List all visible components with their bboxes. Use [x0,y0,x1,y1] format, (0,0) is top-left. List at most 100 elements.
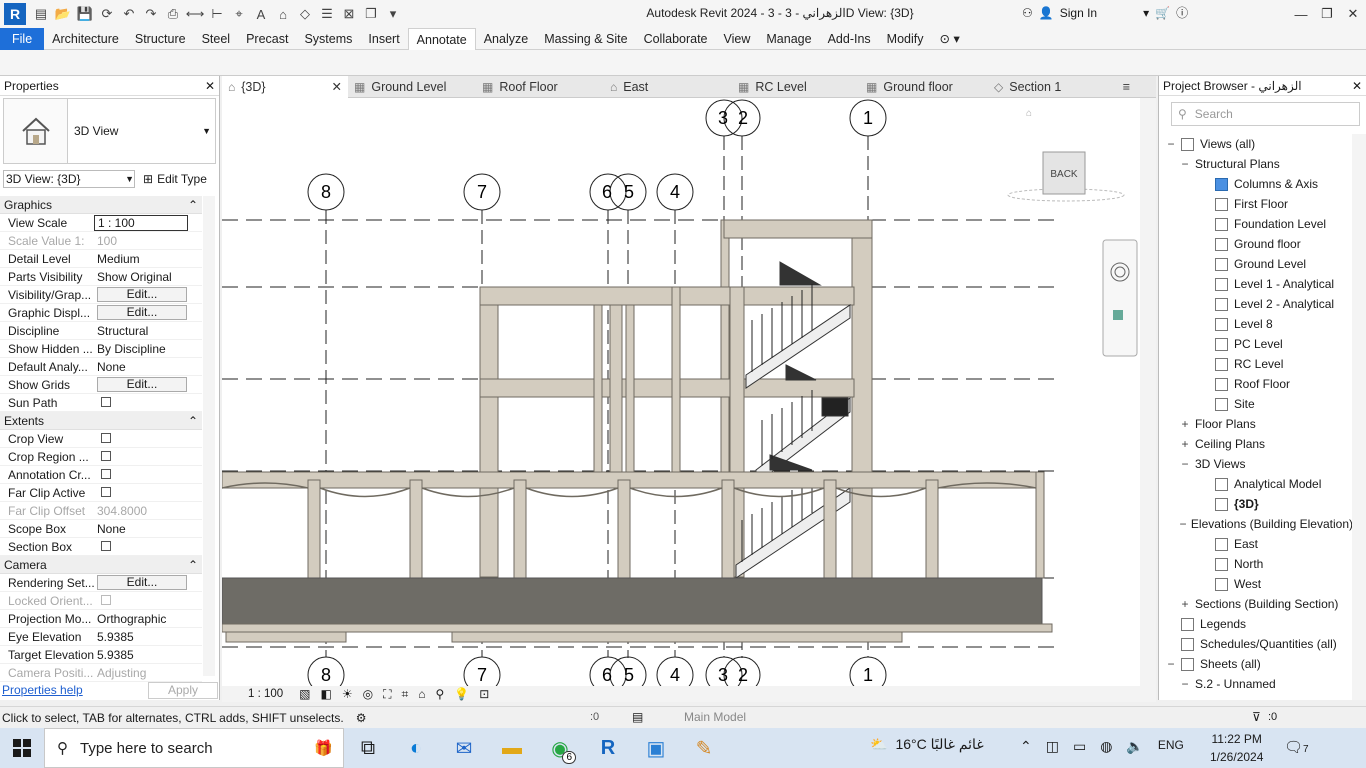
section-graphics[interactable]: Graphics ⌃ [0,196,202,214]
shadows-icon[interactable]: ◎ [363,687,373,701]
binoculars-icon[interactable]: ⚇ [1022,6,1033,20]
section-icon[interactable]: ◇ [296,5,314,23]
tab-precast[interactable]: Precast [238,28,296,50]
tab-architecture[interactable]: Architecture [44,28,127,50]
expand-icon[interactable]: + [1179,437,1191,451]
tree-item[interactable]: RC Level [1159,354,1353,374]
prop-value[interactable]: Show Original [94,270,202,284]
language-indicator[interactable]: ENG [1158,738,1184,755]
annotation-crop-checkbox[interactable] [101,468,111,479]
section-extents[interactable]: Extents ⌃ [0,412,202,430]
tab-section-1[interactable]: ◇ Section 1 ≡ [988,76,1134,98]
edit-button[interactable]: Edit... [97,377,187,392]
close-icon[interactable]: ✕ [205,79,215,93]
windows-start-icon[interactable] [0,728,44,768]
zoom-icon[interactable] [1113,310,1123,320]
camera-icon[interactable]: ◫ [1046,738,1059,755]
prop-row[interactable]: View Scale 1 : 100 [0,214,202,232]
tab-view[interactable]: View [716,28,759,50]
print-icon[interactable]: ⎙ [164,5,182,23]
edge-icon[interactable]: ◐ [392,728,440,768]
sync-icon[interactable]: ⟳ [98,5,116,23]
design-options-icon[interactable]: ▤ [632,710,643,724]
canvas-vertical-scrollbar[interactable] [1140,98,1156,686]
thin-lines-icon[interactable]: ☰ [318,5,336,23]
tree-node-floor-plans[interactable]: + Floor Plans [1159,414,1353,434]
main-model-selector[interactable]: Main Model [684,710,746,724]
tab-modify[interactable]: Modify [879,28,932,50]
save-icon[interactable]: 💾 [76,5,94,23]
instance-selector[interactable]: 3D View: {3D} ▼ [3,170,135,188]
tabs-menu-icon[interactable]: ≡ [1123,80,1130,94]
revit-logo-icon[interactable]: R [4,3,26,25]
task-view-icon[interactable]: ⧉ [344,728,392,768]
volume-icon[interactable]: 🔈 [1126,738,1143,755]
taskbar-search[interactable]: ⚲ Type here to search 🎁 [44,728,344,768]
minimize-icon[interactable]: — [1288,0,1314,28]
collapse-icon[interactable]: − [1165,137,1177,151]
tree-item[interactable]: Level 2 - Analytical [1159,294,1353,314]
temporary-hide-icon[interactable]: ⚲ [436,687,445,701]
default-3d-icon[interactable]: ⌂ [274,5,292,23]
tab-annotate[interactable]: Annotate [407,27,476,50]
properties-help-link[interactable]: Properties help [2,683,83,697]
apply-button[interactable]: Apply [148,681,218,699]
tab-roof-floor[interactable]: ▦ Roof Floor [476,76,604,98]
prop-row[interactable]: Eye Elevation 5.9385 [0,628,202,646]
prop-row[interactable]: Parts Visibility Show Original [0,268,202,286]
section-camera[interactable]: Camera ⌃ [0,556,202,574]
tab-file[interactable]: File [0,27,45,50]
reveal-hidden-icon[interactable]: 💡 [454,687,469,701]
tab-systems[interactable]: Systems [296,28,360,50]
tab-insert[interactable]: Insert [360,28,407,50]
tab-3d[interactable]: ⌂ {3D} ✕ [222,75,348,98]
tree-node-structural-plans[interactable]: − Structural Plans [1159,154,1353,174]
recent-files-icon[interactable]: ▤ [32,5,50,23]
tab-massing-site[interactable]: Massing & Site [536,28,635,50]
collapse-icon[interactable]: ⌃ [188,558,198,572]
browser-scrollbar[interactable] [1352,134,1366,700]
tree-node-schedules[interactable]: Schedules/Quantities (all) [1159,634,1353,654]
tree-node-sections[interactable]: + Sections (Building Section) [1159,594,1353,614]
tree-item[interactable]: Foundation Level [1159,214,1353,234]
prop-row[interactable]: Target Elevation 5.9385 [0,646,202,664]
tab-structure[interactable]: Structure [127,28,194,50]
tag-icon[interactable]: ⌖ [230,5,248,23]
battery-icon[interactable]: ▭ [1073,738,1086,755]
collapse-icon[interactable]: − [1165,657,1177,671]
crop-view-checkbox[interactable] [101,432,111,443]
clock[interactable]: 11:22 PM 1/26/2024 [1210,730,1263,766]
revit-taskbar-icon[interactable]: R [584,728,632,768]
analytical-model-icon[interactable]: ⊡ [479,687,489,701]
viewcube-home-icon[interactable]: ⌂ [1026,108,1032,119]
tree-item[interactable]: First Floor [1159,194,1353,214]
switch-windows-icon[interactable]: ❐ [362,5,380,23]
edit-button[interactable]: Edit... [97,305,187,320]
paint-icon[interactable]: ✎ [680,728,728,768]
view-scale-label[interactable]: 1 : 100 [248,688,283,700]
ribbon-options-icon[interactable]: ⊙ ▾ [932,28,968,50]
tree-node-3d-views[interactable]: −3D Views [1159,454,1353,474]
edit-type-button[interactable]: ⊞ Edit Type [143,172,207,186]
collapse-icon[interactable]: − [1179,157,1191,171]
sign-in-label[interactable]: Sign In [1060,6,1097,20]
tree-item[interactable]: Level 8 [1159,314,1353,334]
close-hidden-icon[interactable]: ⊠ [340,5,358,23]
tree-item[interactable]: West [1159,574,1353,594]
redo-icon[interactable]: ↷ [142,5,160,23]
tree-item[interactable]: North [1159,554,1353,574]
tree-node-elevations[interactable]: − Elevations (Building Elevation) [1159,514,1353,534]
tree-item[interactable]: Roof Floor [1159,374,1353,394]
prop-row[interactable]: Discipline Structural [0,322,202,340]
prop-value[interactable]: Structural [94,324,202,338]
file-explorer-icon[interactable]: ▬ [488,728,536,768]
expand-icon[interactable]: + [1179,417,1191,431]
view-scale-input[interactable]: 1 : 100 [94,214,188,231]
visual-style-icon[interactable]: ◧ [321,687,332,701]
help-icon[interactable]: ⓘ [1176,4,1188,21]
lock-view-icon[interactable]: ⌂ [418,687,425,701]
prop-row[interactable]: Projection Mo... Orthographic [0,610,202,628]
tab-collaborate[interactable]: Collaborate [636,28,716,50]
tab-ground-level[interactable]: ▦ Ground Level [348,76,476,98]
tree-item[interactable]: PC Level [1159,334,1353,354]
